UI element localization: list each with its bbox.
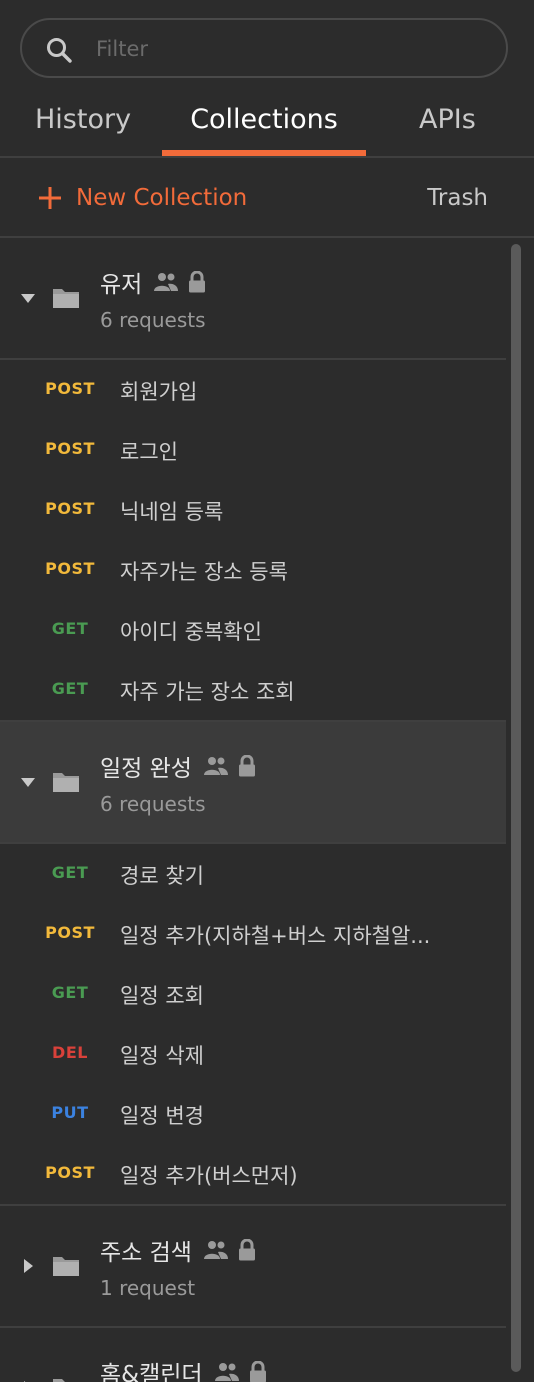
team-icon (203, 1241, 228, 1259)
request-item[interactable]: POST 닉네임 등록 (0, 480, 506, 540)
tab-apis[interactable]: APIs (419, 86, 476, 156)
caret-down-icon[interactable] (20, 774, 36, 790)
http-method-badge: POST (45, 559, 95, 578)
request-item[interactable]: PUT 일정 변경 (0, 1084, 506, 1144)
collections-sidebar: History Collections APIs New Collection … (0, 0, 534, 1382)
lock-icon (189, 271, 206, 293)
request-name: 아이디 중복확인 (120, 620, 262, 644)
http-method-badge: PUT (51, 1103, 89, 1122)
filter-input[interactable] (94, 32, 488, 66)
new-collection-label: New Collection (76, 185, 248, 211)
request-name: 자주가는 장소 등록 (120, 560, 288, 584)
http-method-badge: GET (51, 983, 89, 1002)
scrollbar[interactable] (511, 244, 521, 1372)
collection-name: 주소 검색 (100, 1240, 192, 1266)
request-count: 6 requests (100, 308, 206, 332)
request-name: 자주 가는 장소 조회 (120, 680, 295, 704)
lock-icon (238, 755, 255, 777)
http-method-badge: DEL (52, 1043, 88, 1062)
request-name: 일정 삭제 (120, 1044, 204, 1068)
collection-header: 일정 완성 (100, 748, 256, 784)
http-method-badge: POST (45, 439, 95, 458)
request-item[interactable]: DEL 일정 삭제 (0, 1024, 506, 1084)
request-name: 로그인 (120, 440, 178, 464)
folder-icon (53, 773, 79, 792)
request-name: 일정 추가(버스먼저) (120, 1164, 298, 1188)
request-name: 일정 조회 (120, 984, 204, 1008)
caret-right-icon[interactable] (20, 1258, 36, 1274)
collection-name: 홈&캘린더 (100, 1362, 203, 1382)
http-method-badge: POST (45, 379, 95, 398)
folder-icon (53, 289, 79, 308)
http-method-badge: GET (51, 679, 89, 698)
folder-icon (53, 1379, 79, 1382)
request-item[interactable]: GET 경로 찾기 (0, 844, 506, 904)
search-box[interactable] (20, 18, 508, 78)
request-name: 회원가입 (120, 380, 198, 404)
team-icon (203, 757, 228, 775)
request-count: 1 request (100, 1276, 196, 1300)
collection-item[interactable]: 유저 6 requests (0, 238, 506, 360)
http-method-badge: GET (51, 619, 89, 638)
folder-icon (53, 1257, 79, 1276)
request-item[interactable]: POST 일정 추가(지하철+버스 지하철알... (0, 904, 506, 964)
lock-icon (249, 1361, 266, 1382)
collection-header: 유저 (100, 264, 206, 300)
collection-item[interactable]: 홈&캘린더 (0, 1328, 506, 1382)
plus-icon (39, 187, 61, 209)
request-item[interactable]: POST 회원가입 (0, 360, 506, 420)
team-icon (154, 273, 179, 291)
team-icon (214, 1363, 239, 1381)
request-list: GET 경로 찾기 POST 일정 추가(지하철+버스 지하철알... GET 일정 조회… (0, 844, 506, 1206)
http-method-badge: POST (45, 499, 95, 518)
sidebar-tabs: History Collections APIs (0, 86, 534, 158)
trash-button[interactable]: Trash (427, 178, 488, 218)
collection-list: 유저 6 requests POST 회원가입 POST 로그인 POST 닉네임 등록 POS… (0, 238, 506, 1382)
http-method-badge: POST (45, 923, 95, 942)
collection-name: 유저 (100, 272, 143, 298)
tab-collections[interactable]: Collections (162, 86, 366, 156)
lock-icon (238, 1239, 255, 1261)
active-tab-indicator (162, 150, 366, 156)
collection-item[interactable]: 주소 검색 1 request (0, 1206, 506, 1328)
request-item[interactable]: POST 자주가는 장소 등록 (0, 540, 506, 600)
collection-header: 홈&캘린더 (100, 1354, 267, 1382)
new-collection-button[interactable]: New Collection (38, 178, 247, 218)
request-name: 닉네임 등록 (120, 500, 224, 524)
request-item[interactable]: GET 일정 조회 (0, 964, 506, 1024)
collection-header: 주소 검색 (100, 1232, 256, 1268)
http-method-badge: GET (51, 863, 89, 882)
collection-item[interactable]: 일정 완성 6 requests (0, 722, 506, 844)
request-item[interactable]: POST 일정 추가(버스먼저) (0, 1144, 506, 1204)
collection-name: 일정 완성 (100, 756, 192, 782)
tab-history[interactable]: History (35, 86, 131, 156)
http-method-badge: POST (45, 1163, 95, 1182)
request-name: 일정 추가(지하철+버스 지하철알... (120, 924, 431, 948)
request-name: 일정 변경 (120, 1104, 204, 1128)
request-list: POST 회원가입 POST 로그인 POST 닉네임 등록 POST 자주가는 장소 등록 G… (0, 360, 506, 722)
search-icon (47, 38, 72, 63)
request-item[interactable]: GET 아이디 중복확인 (0, 600, 506, 660)
request-name: 경로 찾기 (120, 864, 204, 888)
request-count: 6 requests (100, 792, 206, 816)
caret-down-icon[interactable] (20, 290, 36, 306)
request-item[interactable]: POST 로그인 (0, 420, 506, 480)
collection-actions: New Collection Trash (0, 158, 534, 238)
request-item[interactable]: GET 자주 가는 장소 조회 (0, 660, 506, 720)
